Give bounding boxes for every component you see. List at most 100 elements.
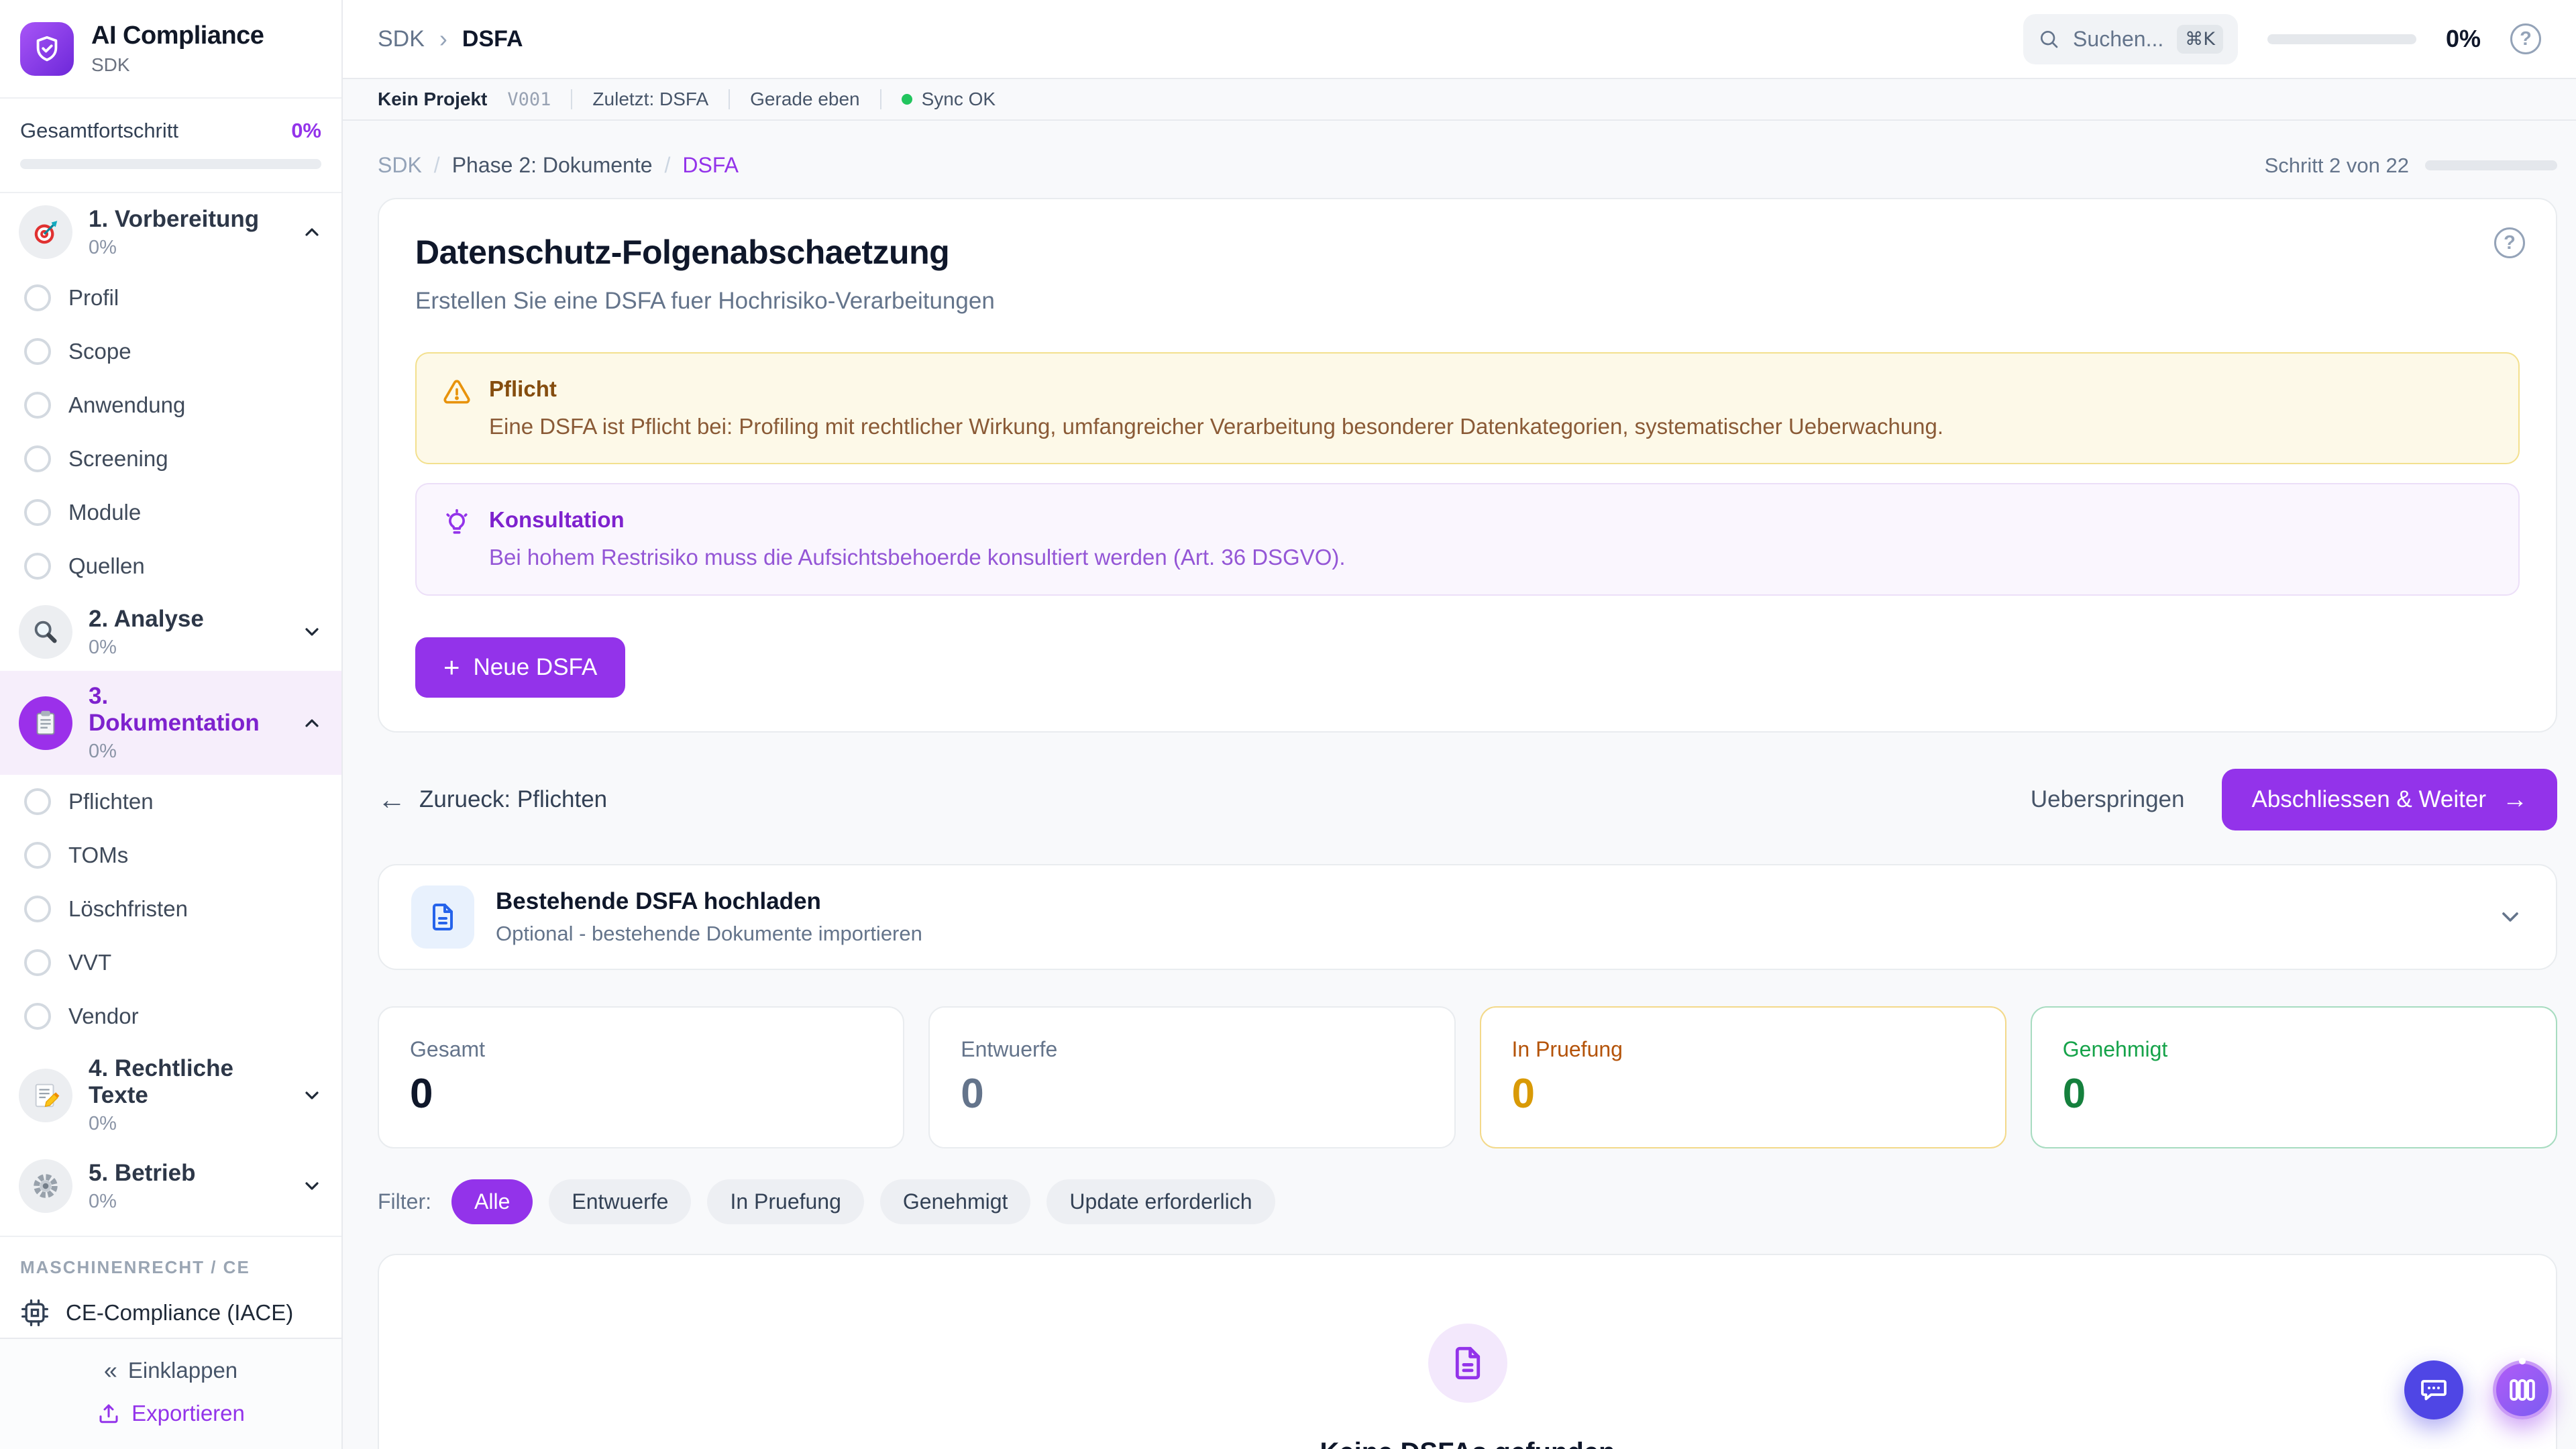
page-content: SDK / Phase 2: Dokumente / DSFA Schritt … bbox=[343, 121, 2576, 1449]
filter-chip-in-pruefung[interactable]: In Pruefung bbox=[707, 1179, 863, 1224]
keyboard-shortcut-badge: ⌘K bbox=[2177, 25, 2223, 54]
sidebar-item-label: VVT bbox=[68, 950, 111, 975]
chevron-up-icon bbox=[301, 221, 323, 243]
sidebar-item-profil[interactable]: Profil bbox=[0, 271, 341, 325]
stat-label: Entwuerfe bbox=[961, 1037, 1423, 1062]
section-label: 4. Rechtliche Texte bbox=[89, 1055, 285, 1109]
sidebar-item-label: CE-Compliance (IACE) bbox=[66, 1300, 293, 1326]
page-breadcrumb: SDK / Phase 2: Dokumente / DSFA bbox=[378, 153, 739, 178]
chevron-down-icon bbox=[301, 1175, 323, 1197]
target-icon bbox=[19, 205, 72, 259]
sync-label: Sync OK bbox=[922, 89, 996, 110]
clipboard-icon bbox=[19, 696, 72, 750]
sidebar-item-label: Löschfristen bbox=[68, 896, 188, 922]
step-circle-icon bbox=[24, 338, 51, 365]
filter-chip-alle[interactable]: Alle bbox=[451, 1179, 533, 1224]
slash-separator: / bbox=[665, 153, 671, 178]
step-circle-icon bbox=[24, 949, 51, 976]
sidebar-item-scope[interactable]: Scope bbox=[0, 325, 341, 378]
sidebar-section-rechtliche-texte[interactable]: 4. Rechtliche Texte 0% bbox=[0, 1043, 341, 1147]
export-button[interactable]: Exportieren bbox=[97, 1401, 245, 1426]
section-label: 1. Vorbereitung bbox=[89, 206, 285, 233]
sidebar-item-module[interactable]: Module bbox=[0, 486, 341, 539]
stat-label: In Pruefung bbox=[1512, 1037, 1974, 1062]
skip-button[interactable]: Ueberspringen bbox=[2031, 786, 2185, 813]
divider bbox=[729, 89, 730, 109]
sidebar-item-toms[interactable]: TOMs bbox=[0, 828, 341, 882]
machine-law-section: MASCHINENRECHT / CE CE-Compliance (IACE) bbox=[0, 1236, 341, 1334]
chevron-down-icon bbox=[301, 1085, 323, 1106]
overall-progress-bar bbox=[20, 159, 321, 169]
filter-chip-update-erforderlich[interactable]: Update erforderlich bbox=[1046, 1179, 1275, 1224]
sidebar-section-betrieb[interactable]: 5. Betrieb 0% bbox=[0, 1147, 341, 1225]
sidebar-item-ce-compliance[interactable]: CE-Compliance (IACE) bbox=[20, 1298, 321, 1328]
stat-value: 0 bbox=[2063, 1070, 2525, 1118]
sidebar-section-dokumentation[interactable]: 3. Dokumentation 0% bbox=[0, 671, 341, 775]
filter-chip-genehmigt[interactable]: Genehmigt bbox=[880, 1179, 1031, 1224]
sidebar-section-analyse[interactable]: 2. Analyse 0% bbox=[0, 593, 341, 671]
alert-title: Pflicht bbox=[489, 376, 1943, 402]
collapse-label: Einklappen bbox=[128, 1358, 237, 1383]
obligation-alert: Pflicht Eine DSFA ist Pflicht bei: Profi… bbox=[415, 352, 2520, 464]
card-help-icon[interactable]: ? bbox=[2494, 227, 2525, 258]
breadcrumb: SDK › DSFA bbox=[378, 25, 523, 53]
step-circle-icon bbox=[24, 553, 51, 580]
breadcrumb-sdk[interactable]: SDK bbox=[378, 153, 422, 178]
shield-check-icon bbox=[32, 34, 62, 64]
sync-status: Sync OK bbox=[902, 89, 996, 110]
sidebar-item-loeschfristen[interactable]: Löschfristen bbox=[0, 882, 341, 936]
export-label: Exportieren bbox=[131, 1401, 245, 1426]
page-title: Datenschutz-Folgenabschaetzung bbox=[415, 233, 2520, 272]
sidebar-item-anwendung[interactable]: Anwendung bbox=[0, 378, 341, 432]
chevron-down-icon bbox=[2497, 904, 2524, 930]
section-progress: 0% bbox=[89, 637, 285, 659]
sidebar-item-vvt[interactable]: VVT bbox=[0, 936, 341, 989]
status-bar: Kein Projekt V001 Zuletzt: DSFA Gerade e… bbox=[343, 79, 2576, 121]
search-input[interactable]: Suchen... ⌘K bbox=[2023, 14, 2238, 64]
dsfa-card: ? Datenschutz-Folgenabschaetzung Erstell… bbox=[378, 198, 2557, 733]
upload-subtitle: Optional - bestehende Dokumente importie… bbox=[496, 922, 922, 946]
new-dsfa-label: Neue DSFA bbox=[474, 654, 598, 681]
overall-progress: Gesamtfortschritt 0% bbox=[0, 99, 341, 193]
breadcrumb-phase[interactable]: Phase 2: Dokumente bbox=[452, 153, 653, 178]
sidebar-item-pflichten[interactable]: Pflichten bbox=[0, 775, 341, 828]
divider bbox=[571, 89, 572, 109]
header-progress-bar bbox=[2267, 34, 2416, 44]
arrow-right-icon: → bbox=[2502, 787, 2528, 812]
upload-existing-dsfa-panel[interactable]: Bestehende DSFA hochladen Optional - bes… bbox=[378, 864, 2557, 970]
stat-value: 0 bbox=[1512, 1070, 1974, 1118]
help-icon[interactable]: ? bbox=[2510, 23, 2541, 54]
chevron-up-icon bbox=[301, 712, 323, 734]
sidebar-section-vorbereitung[interactable]: 1. Vorbereitung 0% bbox=[0, 193, 341, 271]
step-circle-icon bbox=[24, 1003, 51, 1030]
breadcrumb-dsfa: DSFA bbox=[682, 153, 739, 178]
lightbulb-icon bbox=[442, 507, 472, 571]
chat-button[interactable] bbox=[2404, 1360, 2463, 1419]
last-activity: Zuletzt: DSFA bbox=[592, 89, 708, 110]
section-progress: 0% bbox=[89, 741, 285, 763]
alert-text: Bei hohem Restrisiko muss die Aufsichtsb… bbox=[489, 543, 1346, 571]
plus-icon: + bbox=[443, 653, 460, 682]
finish-next-button[interactable]: Abschliessen & Weiter → bbox=[2222, 769, 2557, 830]
step-circle-icon bbox=[24, 392, 51, 419]
step-progress-bar bbox=[2425, 160, 2557, 170]
sidebar-item-vendor[interactable]: Vendor bbox=[0, 989, 341, 1043]
machine-law-heading: MASCHINENRECHT / CE bbox=[20, 1257, 321, 1278]
new-dsfa-button[interactable]: + Neue DSFA bbox=[415, 637, 625, 698]
stat-label: Genehmigt bbox=[2063, 1037, 2525, 1062]
app-logo bbox=[20, 22, 74, 76]
collapse-sidebar-button[interactable]: « Einklappen bbox=[104, 1358, 237, 1383]
back-link[interactable]: ← Zurueck: Pflichten bbox=[378, 786, 607, 814]
empty-state-card: Keine DSFAs gefunden Erstellen Sie eine … bbox=[378, 1254, 2557, 1449]
stat-card-entwuerfe: Entwuerfe 0 bbox=[928, 1006, 1455, 1148]
filter-row: Filter: Alle Entwuerfe In Pruefung Geneh… bbox=[378, 1179, 2557, 1224]
main-area: SDK › DSFA Suchen... ⌘K 0% ? Kein Projek… bbox=[343, 0, 2576, 1449]
sidebar-item-quellen[interactable]: Quellen bbox=[0, 539, 341, 593]
magnifier-icon bbox=[19, 605, 72, 659]
board-view-button[interactable] bbox=[2493, 1360, 2552, 1419]
filter-chip-entwuerfe[interactable]: Entwuerfe bbox=[549, 1179, 691, 1224]
header-progress-value: 0% bbox=[2446, 25, 2481, 53]
chevron-right-icon: › bbox=[439, 25, 447, 53]
breadcrumb-root[interactable]: SDK bbox=[378, 26, 425, 52]
sidebar-item-screening[interactable]: Screening bbox=[0, 432, 341, 486]
